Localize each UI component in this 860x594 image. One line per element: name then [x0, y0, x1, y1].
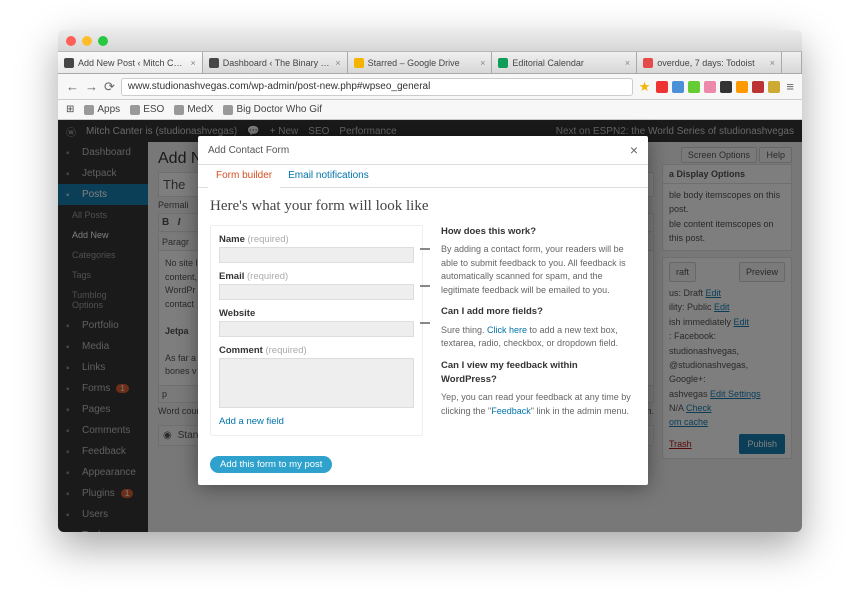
page-content: ⓦ Mitch Canter is (studionashvegas) 💬 + …: [58, 120, 802, 532]
minimize-window-icon[interactable]: [82, 36, 92, 46]
tab-label: Add New Post ‹ Mitch Ca…: [78, 58, 187, 68]
bookmark-item[interactable]: Apps: [84, 104, 120, 115]
remove-field-icon[interactable]: [420, 248, 430, 250]
browser-tabs: Add New Post ‹ Mitch Ca…×Dashboard ‹ The…: [58, 52, 802, 74]
favicon-icon: [354, 58, 364, 68]
address-bar[interactable]: www.studionashvegas.com/wp-admin/post-ne…: [121, 78, 633, 96]
text-input[interactable]: [219, 247, 414, 263]
modal-tabs: Form builder Email notifications: [198, 165, 648, 188]
bookmark-icon: [84, 105, 94, 115]
bookmark-icon: [130, 105, 140, 115]
help-p1: By adding a contact form, your readers w…: [441, 243, 636, 297]
tab-form-builder[interactable]: Form builder: [208, 165, 280, 188]
remove-field-icon[interactable]: [420, 322, 430, 324]
close-tab-icon[interactable]: ×: [480, 58, 485, 68]
help-column: How does this work? By adding a contact …: [441, 225, 636, 436]
browser-toolbar: ← → ⟳ www.studionashvegas.com/wp-admin/p…: [58, 74, 802, 100]
reload-button[interactable]: ⟳: [104, 79, 115, 95]
tab-label: Editorial Calendar: [512, 58, 584, 68]
ext-icon[interactable]: [736, 81, 748, 93]
bookmark-item[interactable]: Big Doctor Who Gif: [223, 104, 322, 115]
bookmarks-bar: ⊞ Apps ESO MedX Big Doctor Who Gif: [58, 100, 802, 120]
bookmark-item[interactable]: ESO: [130, 104, 164, 115]
bookmark-icon: [223, 105, 233, 115]
field-label: Email (required): [219, 271, 414, 282]
modal-header: Add Contact Form ×: [198, 136, 648, 165]
text-input[interactable]: [219, 321, 414, 337]
feedback-link[interactable]: Feedback: [491, 406, 531, 416]
field-label: Comment (required): [219, 345, 414, 356]
field-label: Website: [219, 308, 414, 319]
tab-email-notifications[interactable]: Email notifications: [280, 165, 377, 187]
close-window-icon[interactable]: [66, 36, 76, 46]
window-controls: [66, 36, 108, 46]
ext-icon[interactable]: [752, 81, 764, 93]
browser-tab[interactable]: Starred – Google Drive ×: [348, 52, 493, 73]
close-tab-icon[interactable]: ×: [770, 58, 775, 68]
tab-label: Starred – Google Drive: [368, 58, 460, 68]
browser-tab[interactable]: Dashboard ‹ The Binary T…×: [203, 52, 348, 73]
bookmark-icon: [174, 105, 184, 115]
forward-button[interactable]: →: [85, 79, 98, 94]
bookmark-star-icon[interactable]: ★: [639, 79, 651, 95]
field-label: Name (required): [219, 234, 414, 245]
close-tab-icon[interactable]: ×: [191, 58, 196, 68]
titlebar: [58, 30, 802, 52]
form-field: Email (required): [219, 271, 414, 300]
text-input[interactable]: [219, 284, 414, 300]
url-text: www.studionashvegas.com/wp-admin/post-ne…: [128, 81, 430, 92]
close-tab-icon[interactable]: ×: [335, 58, 340, 68]
favicon-icon: [209, 58, 219, 68]
help-h1: How does this work?: [441, 225, 636, 239]
back-button[interactable]: ←: [66, 79, 79, 94]
ext-icon[interactable]: [768, 81, 780, 93]
browser-tab[interactable]: Add New Post ‹ Mitch Ca… ×: [58, 52, 203, 73]
menu-icon[interactable]: ≡: [786, 79, 794, 94]
ext-icon[interactable]: [704, 81, 716, 93]
help-p2: Sure thing. Click here to add a new text…: [441, 324, 636, 351]
favicon-icon: [498, 58, 508, 68]
add-form-button[interactable]: Add this form to my post: [210, 456, 332, 473]
click-here-link[interactable]: Click here: [487, 325, 527, 335]
browser-tab[interactable]: Editorial Calendar ×: [492, 52, 637, 73]
modal-title: Add Contact Form: [208, 145, 289, 156]
help-h2: Can I add more fields?: [441, 305, 636, 319]
form-field: Name (required): [219, 234, 414, 263]
textarea-input[interactable]: [219, 358, 414, 408]
favicon-icon: [64, 58, 74, 68]
extension-icons: [656, 81, 780, 93]
browser-window: Add New Post ‹ Mitch Ca…×Dashboard ‹ The…: [58, 30, 802, 532]
form-preview: Name (required) Email (required) Website C…: [210, 225, 423, 436]
maximize-window-icon[interactable]: [98, 36, 108, 46]
close-tab-icon[interactable]: ×: [625, 58, 630, 68]
tab-label: overdue, 7 days: Todoist: [657, 58, 754, 68]
favicon-icon: [643, 58, 653, 68]
contact-form-modal: Add Contact Form × Form builder Email no…: [198, 136, 648, 485]
browser-tab[interactable]: overdue, 7 days: Todoist ×: [637, 52, 782, 73]
help-h3: Can I view my feedback within WordPress?: [441, 359, 636, 388]
tab-label: Dashboard ‹ The Binary T…: [223, 58, 332, 68]
form-field: Website: [219, 308, 414, 337]
ext-icon[interactable]: [688, 81, 700, 93]
add-field-link[interactable]: Add a new field: [219, 416, 414, 427]
ext-icon[interactable]: [656, 81, 668, 93]
close-icon[interactable]: ×: [630, 142, 638, 158]
help-p3: Yep, you can read your feedback at any t…: [441, 391, 636, 418]
ext-icon[interactable]: [720, 81, 732, 93]
modal-heading: Here's what your form will look like: [210, 198, 636, 215]
apps-icon[interactable]: ⊞: [66, 104, 74, 115]
remove-field-icon[interactable]: [420, 285, 430, 287]
ext-icon[interactable]: [672, 81, 684, 93]
form-field: Comment (required): [219, 345, 414, 408]
bookmark-item[interactable]: MedX: [174, 104, 213, 115]
